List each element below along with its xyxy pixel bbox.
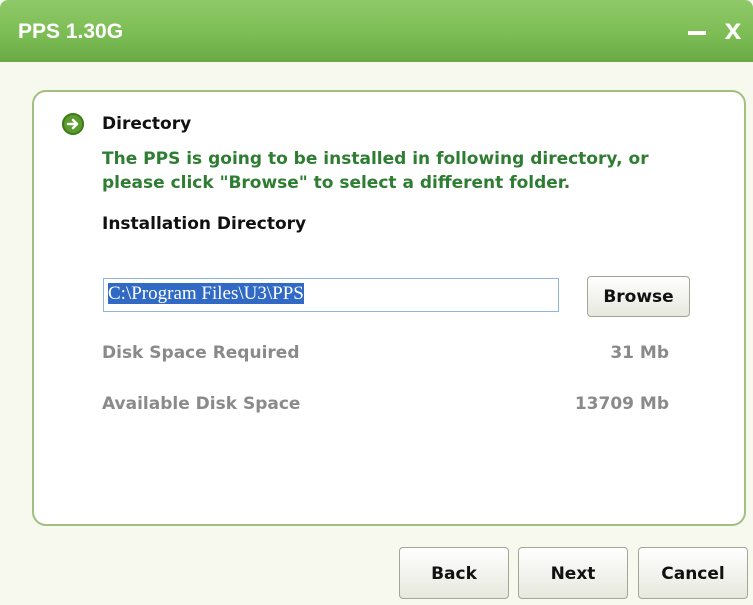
title-bar[interactable]: PPS 1.30G x	[0, 0, 753, 62]
section-heading: Directory	[102, 114, 192, 134]
section-description: The PPS is going to be installed in foll…	[102, 149, 649, 193]
directory-input-value: C:\Program Files\U3\PPS	[108, 283, 304, 304]
disk-space-required-label: Disk Space Required	[102, 343, 300, 363]
installer-window: PPS 1.30G x Directory The PPS is going t…	[0, 0, 753, 605]
cancel-button[interactable]: Cancel	[638, 547, 748, 599]
close-icon[interactable]: x	[719, 14, 747, 46]
disk-space-required-value: 31 Mb	[610, 343, 669, 363]
arrow-right-circle-icon	[62, 113, 84, 135]
minimize-icon[interactable]	[686, 19, 708, 45]
directory-input[interactable]: C:\Program Files\U3\PPS	[103, 278, 559, 312]
window-title: PPS 1.30G	[18, 20, 124, 43]
next-button[interactable]: Next	[518, 547, 628, 599]
back-button[interactable]: Back	[399, 547, 509, 599]
browse-button[interactable]: Browse	[587, 276, 690, 317]
installation-directory-label: Installation Directory	[102, 214, 307, 234]
available-disk-space-value: 13709 Mb	[574, 394, 669, 414]
available-disk-space-label: Available Disk Space	[102, 394, 301, 414]
